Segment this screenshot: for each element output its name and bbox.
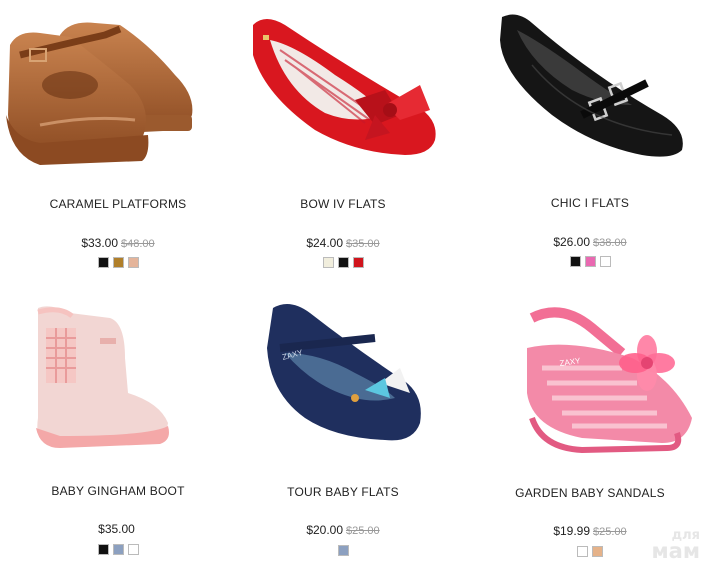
sale-price: $24.00 xyxy=(306,236,344,250)
pink-baby-boot-image xyxy=(36,306,169,448)
color-swatches xyxy=(0,544,236,555)
product-name[interactable]: CHIC I FLATS xyxy=(472,196,708,210)
product-name[interactable]: CARAMEL PLATFORMS xyxy=(0,197,236,211)
product-image[interactable]: ZAXY xyxy=(225,298,461,468)
price-row: $33.00 $48.00 xyxy=(0,236,236,250)
color-swatch-peach[interactable] xyxy=(127,257,139,268)
color-swatches xyxy=(225,257,461,268)
sale-price: $26.00 xyxy=(553,235,591,249)
product-name[interactable]: BABY GINGHAM BOOT xyxy=(0,484,236,498)
price-row: $35.00 xyxy=(0,522,236,536)
color-swatch-black[interactable] xyxy=(337,257,349,268)
color-swatches xyxy=(0,257,236,268)
color-swatch-blue[interactable] xyxy=(337,545,349,556)
color-swatch-white[interactable] xyxy=(127,544,139,555)
color-swatch-white[interactable] xyxy=(577,546,588,557)
original-price: $48.00 xyxy=(121,238,155,250)
sale-price: $20.00 xyxy=(306,523,344,537)
color-swatch-mustard[interactable] xyxy=(112,257,124,268)
original-price: $35.00 xyxy=(346,238,380,250)
product-name[interactable]: TOUR BABY FLATS xyxy=(225,485,461,499)
product-image[interactable]: ZAXY xyxy=(472,298,708,468)
price-row: $24.00 $35.00 xyxy=(225,236,461,250)
original-price: $38.00 xyxy=(593,237,627,249)
pink-baby-sandal-image: ZAXY xyxy=(527,307,692,454)
caramel-platform-shoe-image xyxy=(6,22,193,165)
original-price: $25.00 xyxy=(346,525,380,537)
color-swatch-red[interactable] xyxy=(352,257,364,268)
product-image[interactable] xyxy=(0,298,236,468)
product-image[interactable] xyxy=(472,5,708,175)
color-swatch-tan[interactable] xyxy=(592,546,603,557)
red-bow-flat-image xyxy=(253,19,436,155)
price-row: $26.00 $38.00 xyxy=(472,235,708,249)
product-image[interactable] xyxy=(225,5,461,175)
price-row: $20.00 $25.00 xyxy=(225,523,461,537)
watermark-line-2: мам xyxy=(651,539,700,564)
black-pointed-flat-image xyxy=(500,14,683,157)
product-name[interactable]: GARDEN BABY SANDALS xyxy=(472,486,708,500)
color-swatch-pink[interactable] xyxy=(584,256,596,267)
color-swatches xyxy=(472,256,708,267)
color-swatch-blue[interactable] xyxy=(112,544,124,555)
product-name[interactable]: BOW IV FLATS xyxy=(225,197,461,211)
color-swatch-black[interactable] xyxy=(569,256,581,267)
product-image[interactable] xyxy=(0,5,236,175)
color-swatches xyxy=(225,545,461,556)
color-swatch-black[interactable] xyxy=(97,544,109,555)
color-swatch-white[interactable] xyxy=(599,256,611,267)
watermark-logo: для мам xyxy=(651,530,700,564)
color-swatch-black[interactable] xyxy=(97,257,109,268)
sale-price: $35.00 xyxy=(98,522,135,536)
original-price: $25.00 xyxy=(593,526,627,538)
sale-price: $33.00 xyxy=(81,236,119,250)
color-swatch-cream[interactable] xyxy=(322,257,334,268)
navy-baby-flat-image: ZAXY xyxy=(267,304,421,441)
sale-price: $19.99 xyxy=(553,524,591,538)
